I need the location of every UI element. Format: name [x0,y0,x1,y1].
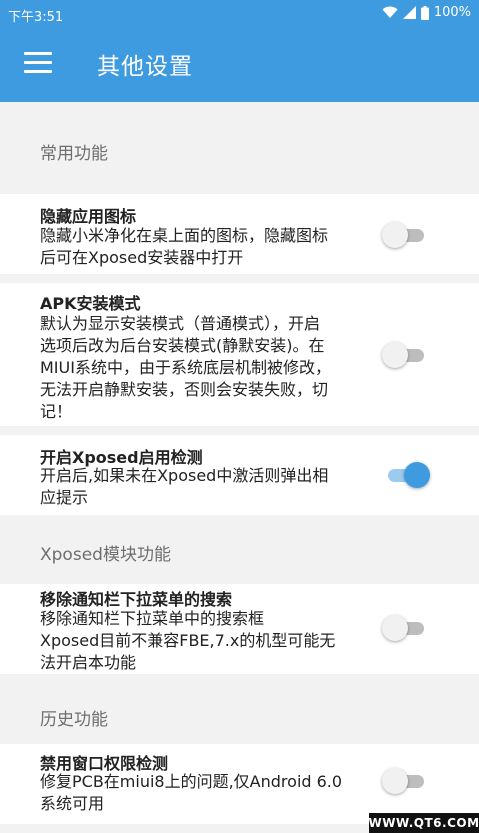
setting-description: 隐藏小米净化在桌上面的图标，隐藏图标 后可在Xposed安装器中打开 [40,226,329,267]
apk-install-mode-toggle[interactable] [382,341,428,369]
setting-item-disable-window-permission[interactable]: 禁用窗口权限检测 修复PCB在miui8上的问题,仅Android 6.0 系统… [0,744,479,824]
setting-item-remove-notification-search[interactable]: 移除通知栏下拉菜单的搜索 移除通知栏下拉菜单中的搜索框 Xposed目前不兼容F… [0,584,479,674]
status-time: 下午3:51 [8,10,64,25]
status-bar: 下午3:51 100% [0,0,479,28]
app-bar: 其他设置 [0,28,479,102]
xposed-detection-toggle[interactable] [382,461,430,489]
section-header-history: 历史功能 [40,710,108,730]
setting-title: 移除通知栏下拉菜单的搜索 [40,590,233,609]
setting-description: 修复PCB在miui8上的问题,仅Android 6.0 系统可用 [40,772,343,813]
remove-notification-search-toggle[interactable] [382,614,428,642]
hamburger-menu-icon[interactable] [24,52,52,74]
hide-app-icon-toggle[interactable] [382,221,428,249]
section-header-common: 常用功能 [40,144,108,164]
signal-icon [402,6,416,19]
setting-description: 开启后,如果未在Xposed中激活则弹出相 应提示 [40,466,329,507]
battery-percent: 100% [433,5,471,20]
status-icons: 100% [382,5,471,20]
battery-icon [420,5,429,20]
setting-item-xposed-detection[interactable]: 开启Xposed启用检测 开启后,如果未在Xposed中激活则弹出相 应提示 [0,435,479,515]
setting-item-hide-app-icon[interactable]: 隐藏应用图标 隐藏小米净化在桌上面的图标，隐藏图标 后可在Xposed安装器中打… [0,194,479,274]
wifi-icon [382,6,398,18]
setting-title: APK安装模式 [40,294,141,313]
section-header-xposed: Xposed模块功能 [40,545,171,565]
setting-description: 移除通知栏下拉菜单中的搜索框 Xposed目前不兼容FBE,7.x的机型可能无 … [40,609,336,672]
page-title: 其他设置 [97,54,193,80]
disable-window-permission-toggle[interactable] [382,767,428,795]
setting-title: 隐藏应用图标 [40,207,137,226]
watermark: WWW.QT6.COM [368,813,479,833]
setting-item-apk-install-mode[interactable]: APK安装模式 默认为显示安装模式（普通模式），开启 选项后改为后台安装模式(静… [0,283,479,426]
setting-description: 默认为显示安装模式（普通模式），开启 选项后改为后台安装模式(静默安装)。在 M… [40,314,331,421]
